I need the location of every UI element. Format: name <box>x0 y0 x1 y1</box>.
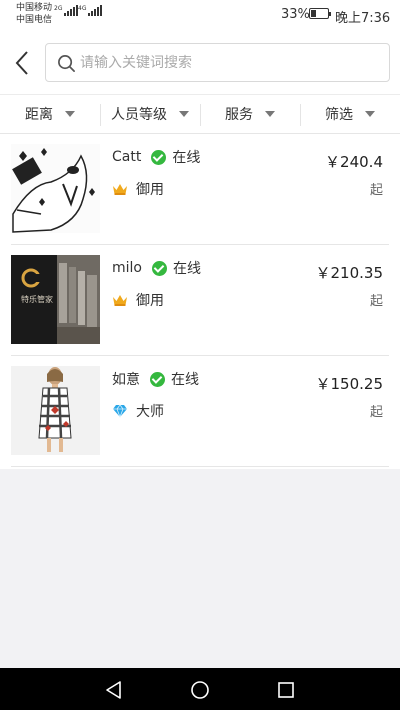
filter-bar: 距离 人员等级 服务 筛选 <box>0 94 400 134</box>
divider <box>11 466 389 467</box>
signal-1-icon: 2G <box>54 5 79 16</box>
price-suffix: 起 <box>369 294 383 309</box>
meme-sticker-image <box>11 144 100 233</box>
carrier-1: 中国移动 <box>16 3 53 13</box>
fashion-model-image <box>11 366 100 455</box>
online-check-icon <box>151 260 167 276</box>
signal-2-icon: 4G <box>78 5 103 16</box>
thumb-sign-text: 特乐管家 <box>21 294 53 304</box>
list-item[interactable]: 特乐管家 milo 在线 御用 ￥210.35 起 <box>0 245 400 356</box>
filter-label: 服务 <box>225 107 253 123</box>
online-status: 在线 <box>172 150 201 166</box>
staff-level: 大师 <box>136 404 164 420</box>
online-status: 在线 <box>171 372 199 388</box>
signal-1-tag: 2G <box>54 5 63 12</box>
caret-down-icon <box>365 111 375 117</box>
filter-service[interactable]: 服务 <box>200 95 300 133</box>
avatar <box>11 144 100 233</box>
search-input[interactable] <box>80 44 380 81</box>
online-check-icon <box>151 149 167 165</box>
staff-name: 如意 <box>112 372 140 388</box>
avatar: 特乐管家 <box>11 255 100 344</box>
avatar <box>11 366 100 455</box>
price: ￥240.4 <box>325 153 383 171</box>
list-item[interactable]: Catt 在线 御用 ￥240.4 起 <box>0 134 400 245</box>
name-line: milo 在线 <box>112 258 201 278</box>
level-line: 御用 <box>112 179 164 199</box>
diamond-icon <box>113 404 127 418</box>
caret-down-icon <box>179 111 189 117</box>
staff-name: milo <box>112 260 142 276</box>
online-status: 在线 <box>172 261 201 277</box>
staff-level: 御用 <box>136 293 164 309</box>
nav-home-icon[interactable] <box>190 680 210 700</box>
filter-label: 筛选 <box>325 107 353 123</box>
price-suffix: 起 <box>369 183 383 198</box>
crown-icon <box>113 184 127 195</box>
result-list: Catt 在线 御用 ￥240.4 起 特乐管家 milo 在线 御用 ￥210… <box>0 134 400 469</box>
carrier-2: 中国电信 <box>16 15 53 25</box>
crown-icon <box>113 295 127 306</box>
level-line: 御用 <box>112 290 164 310</box>
back-button[interactable] <box>10 48 34 78</box>
battery-percent: 33% <box>281 7 310 22</box>
clock: 晚上7:36 <box>335 11 391 26</box>
signal-2-tag: 4G <box>78 5 87 12</box>
caret-down-icon <box>65 111 75 117</box>
nav-recents-icon[interactable] <box>276 680 296 700</box>
carrier-info: 中国移动 中国电信 <box>16 2 52 26</box>
search-icon <box>58 55 75 72</box>
staff-name: Catt <box>112 149 142 165</box>
search-header <box>0 30 400 94</box>
nav-back-icon[interactable] <box>104 680 124 700</box>
list-item[interactable]: 如意 在线 大师 ￥150.25 起 <box>0 356 400 467</box>
filter-label: 距离 <box>25 107 53 123</box>
name-line: Catt 在线 <box>112 147 200 167</box>
filter-label: 人员等级 <box>111 107 167 123</box>
price-suffix: 起 <box>369 405 383 420</box>
chevron-left-icon <box>15 51 28 75</box>
status-bar: 中国移动 中国电信 2G 4G 33% 晚上7:36 <box>0 0 400 30</box>
online-check-icon <box>150 371 165 387</box>
level-line: 大师 <box>112 401 164 421</box>
office-photo-image: 特乐管家 <box>11 255 100 344</box>
price: ￥210.35 <box>315 264 384 282</box>
staff-level: 御用 <box>136 182 164 198</box>
system-nav-bar <box>0 668 400 710</box>
name-line: 如意 在线 <box>112 369 199 389</box>
filter-more[interactable]: 筛选 <box>300 95 400 133</box>
price: ￥150.25 <box>315 375 384 393</box>
filter-staff-level[interactable]: 人员等级 <box>100 95 200 133</box>
filter-distance[interactable]: 距离 <box>0 95 100 133</box>
battery-icon <box>309 8 331 19</box>
search-box[interactable] <box>45 43 390 82</box>
caret-down-icon <box>265 111 275 117</box>
